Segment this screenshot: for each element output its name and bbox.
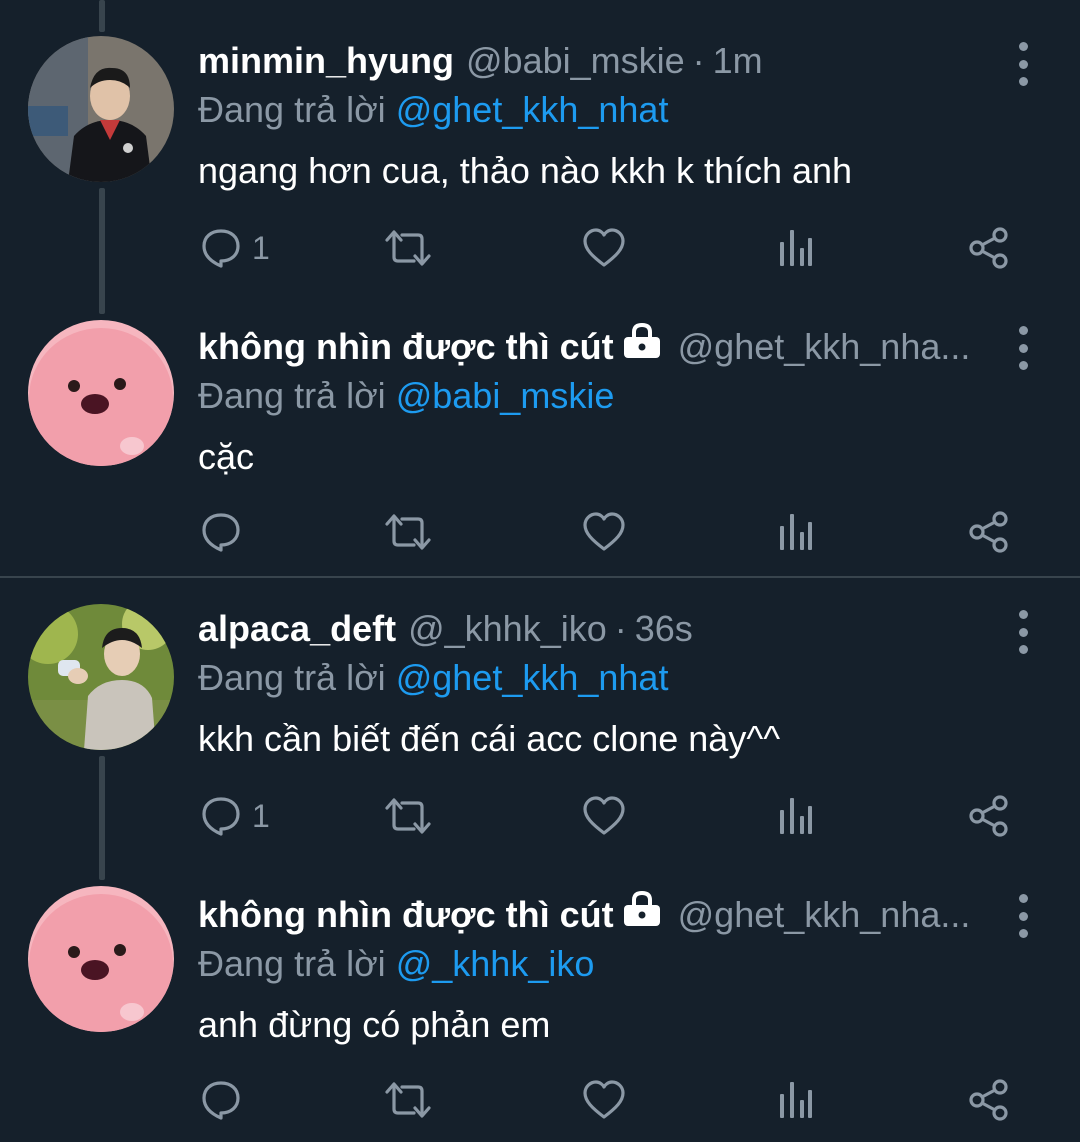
action-bar: 1 [198, 223, 1028, 273]
views-button[interactable] [778, 1075, 814, 1125]
analytics-icon [780, 798, 812, 834]
tweet-3[interactable]: alpaca_deft @_khhk_iko · 36s Đang trả lờ… [0, 578, 1080, 861]
replying-to: Đang trả lời @ghet_kkh_nhat [198, 86, 1020, 134]
user-photo-avatar [28, 604, 174, 750]
tweet-2[interactable]: không nhìn được thì cút @ghet_kkh_nha...… [0, 284, 1080, 567]
lock-icon [622, 890, 662, 940]
replying-to-label: Đang trả lời [198, 375, 386, 416]
more-vertical-icon[interactable] [1008, 326, 1038, 370]
tweet-text: kkh cần biết đến cái acc clone này^^ [198, 718, 781, 759]
like-button[interactable] [582, 791, 626, 841]
analytics-icon [780, 230, 812, 266]
mention-link[interactable]: @_khhk_iko [396, 943, 595, 984]
share-button[interactable] [968, 507, 1010, 557]
action-bar [198, 1075, 1028, 1125]
more-vertical-icon[interactable] [1008, 610, 1038, 654]
share-icon [969, 227, 1008, 269]
share-icon [969, 511, 1008, 553]
timestamp[interactable]: 36s [635, 604, 693, 654]
replying-to-label: Đang trả lời [198, 657, 386, 698]
separator-dot: · [614, 608, 627, 649]
avatar[interactable] [28, 604, 174, 750]
share-icon [969, 795, 1008, 837]
views-button[interactable] [778, 791, 814, 841]
like-button[interactable] [582, 507, 626, 557]
tweet-text: anh đừng có phản em [198, 1004, 551, 1045]
reply-icon [202, 513, 240, 552]
like-button[interactable] [582, 223, 626, 273]
display-name[interactable]: không nhìn được thì cút [198, 322, 614, 372]
user-handle[interactable]: @_khhk_iko [408, 604, 607, 654]
replying-to: Đang trả lời @babi_mskie [198, 372, 1020, 420]
reply-button[interactable] [200, 507, 252, 557]
heart-icon [583, 796, 625, 835]
reply-button[interactable] [200, 1075, 252, 1125]
tweet-header: không nhìn được thì cút @ghet_kkh_nha... [198, 890, 1020, 940]
display-name[interactable]: alpaca_deft [198, 604, 396, 654]
retweet-button[interactable] [384, 507, 432, 557]
pink-cartoon-avatar [28, 886, 174, 1032]
replying-to-label: Đang trả lời [198, 89, 386, 130]
reply-icon [202, 797, 240, 836]
user-photo-avatar [28, 36, 174, 182]
tweet-header: alpaca_deft @_khhk_iko · 36s [198, 604, 1020, 654]
user-handle[interactable]: @ghet_kkh_nha... [678, 890, 971, 940]
pink-cartoon-avatar [28, 320, 174, 466]
heart-icon [583, 512, 625, 551]
like-button[interactable] [582, 1075, 626, 1125]
analytics-icon [780, 514, 812, 550]
user-handle[interactable]: @babi_mskie [466, 36, 685, 86]
replying-to: Đang trả lời @ghet_kkh_nhat [198, 654, 1020, 702]
share-icon [969, 1079, 1008, 1121]
tweet-header: không nhìn được thì cút @ghet_kkh_nha... [198, 322, 1020, 372]
action-bar [198, 507, 1028, 557]
reply-icon [202, 229, 240, 268]
share-button[interactable] [968, 1075, 1010, 1125]
lock-icon [622, 322, 662, 372]
retweet-icon [385, 1082, 431, 1118]
mention-link[interactable]: @ghet_kkh_nhat [396, 657, 669, 698]
reply-button[interactable]: 1 [200, 223, 270, 273]
views-button[interactable] [778, 223, 814, 273]
analytics-icon [780, 1082, 812, 1118]
retweet-icon [385, 230, 431, 266]
tweet-1[interactable]: minmin_hyung @babi_mskie · 1m Đang trả l… [0, 0, 1080, 283]
tweet-text: cặc [198, 436, 255, 477]
tweet-text: ngang hơn cua, thảo nào kkh k thích anh [198, 150, 853, 191]
retweet-button[interactable] [384, 791, 432, 841]
user-handle[interactable]: @ghet_kkh_nha... [678, 322, 971, 372]
mention-link[interactable]: @ghet_kkh_nhat [396, 89, 669, 130]
views-button[interactable] [778, 507, 814, 557]
replying-to-label: Đang trả lời [198, 943, 386, 984]
retweet-icon [385, 798, 431, 834]
avatar[interactable] [28, 36, 174, 182]
share-button[interactable] [968, 791, 1010, 841]
tweet-4[interactable]: không nhìn được thì cút @ghet_kkh_nha...… [0, 852, 1080, 1135]
display-name[interactable]: minmin_hyung [198, 36, 454, 86]
reply-count: 1 [252, 797, 270, 834]
more-vertical-icon[interactable] [1008, 894, 1038, 938]
display-name[interactable]: không nhìn được thì cút [198, 890, 614, 940]
avatar[interactable] [28, 886, 174, 1032]
reply-icon [202, 1081, 240, 1120]
action-bar: 1 [198, 791, 1028, 841]
tweet-header: minmin_hyung @babi_mskie · 1m [198, 36, 1020, 86]
more-vertical-icon[interactable] [1008, 42, 1038, 86]
retweet-icon [385, 514, 431, 550]
retweet-button[interactable] [384, 1075, 432, 1125]
reply-count: 1 [252, 229, 270, 266]
share-button[interactable] [968, 223, 1010, 273]
heart-icon [583, 1080, 625, 1119]
retweet-button[interactable] [384, 223, 432, 273]
timestamp[interactable]: 1m [713, 36, 763, 86]
separator-dot: · [692, 40, 705, 81]
mention-link[interactable]: @babi_mskie [396, 375, 615, 416]
reply-button[interactable]: 1 [200, 791, 270, 841]
heart-icon [583, 228, 625, 267]
replying-to: Đang trả lời @_khhk_iko [198, 940, 1020, 988]
avatar[interactable] [28, 320, 174, 466]
